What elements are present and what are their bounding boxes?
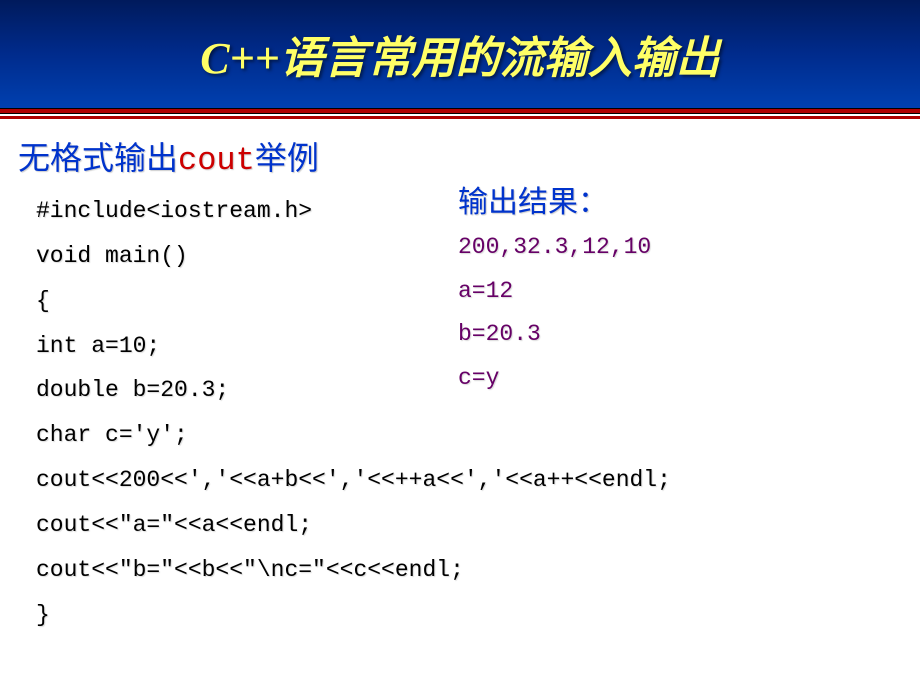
slide-header: C++语言常用的流输入输出 xyxy=(0,0,920,108)
output-section: 输出结果： 200,32.3,12,10 a=12 b=20.3 c=y xyxy=(458,177,651,401)
section-subtitle: 无格式输出cout举例 xyxy=(18,133,902,179)
code-line: cout<<200<<','<<a+b<<','<<++a<<','<<a++<… xyxy=(36,458,902,503)
output-line: a=12 xyxy=(458,270,651,314)
subtitle-part3: 举例 xyxy=(255,140,319,176)
output-line: b=20.3 xyxy=(458,313,651,357)
code-line: cout<<"b="<<b<<"\nc="<<c<<endl; xyxy=(36,548,902,593)
code-line: cout<<"a="<<a<<endl; xyxy=(36,503,902,548)
output-line: c=y xyxy=(458,357,651,401)
code-line: } xyxy=(36,593,902,638)
divider-line-1 xyxy=(0,108,920,114)
output-title: 输出结果： xyxy=(458,177,651,221)
output-line: 200,32.3,12,10 xyxy=(458,226,651,270)
code-line: char c='y'; xyxy=(36,413,902,458)
slide-content: 无格式输出cout举例 #include<iostream.h> void ma… xyxy=(0,119,920,651)
subtitle-part1: 无格式输出 xyxy=(18,140,178,176)
subtitle-part2: cout xyxy=(178,142,255,179)
slide-title: C++语言常用的流输入输出 xyxy=(200,22,720,86)
